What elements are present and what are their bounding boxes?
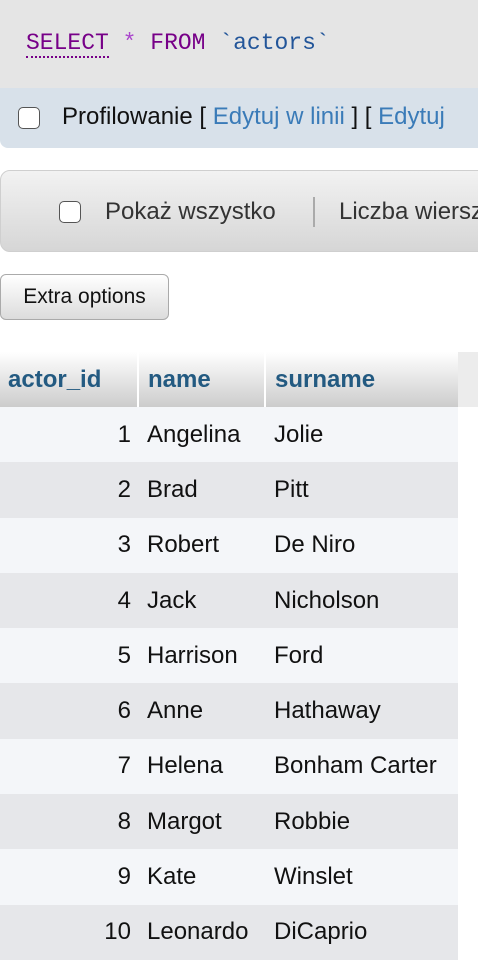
row-tail	[458, 572, 478, 629]
table-row[interactable]: 1 Angelina Jolie	[0, 407, 478, 463]
table-row[interactable]: 10 Leonardo DiCaprio	[0, 904, 478, 960]
row-tail	[458, 517, 478, 573]
bracket-mid: ] [	[344, 103, 379, 130]
profiling-text: Profilowanie [ Edytuj w linii ] [ Edytuj	[62, 103, 445, 131]
sql-star: *	[122, 30, 137, 56]
table-row[interactable]: 3 Robert De Niro	[0, 517, 478, 573]
bracket-open: [	[192, 103, 213, 130]
cell-surname[interactable]: Robbie	[274, 794, 350, 849]
row-tail	[458, 738, 478, 795]
table-row[interactable]: 2 Brad Pitt	[0, 462, 478, 518]
table-row[interactable]: 6 Anne Hathaway	[0, 683, 478, 739]
cell-surname[interactable]: Pitt	[274, 462, 309, 517]
cell-actor-id[interactable]: 3	[0, 518, 131, 573]
cell-surname[interactable]: Winslet	[274, 849, 353, 904]
cell-name[interactable]: Margot	[147, 794, 222, 849]
cell-surname[interactable]: Jolie	[274, 407, 323, 462]
cell-actor-id[interactable]: 9	[0, 849, 131, 904]
cell-surname[interactable]: De Niro	[274, 518, 355, 573]
cell-actor-id[interactable]: 4	[0, 573, 131, 628]
row-tail	[458, 794, 478, 850]
sql-query-code[interactable]: SELECT * FROM `actors`	[26, 30, 330, 58]
cell-surname[interactable]: Nicholson	[274, 573, 379, 628]
row-tail	[458, 628, 478, 684]
column-header-actor-id[interactable]: actor_id	[8, 352, 101, 407]
row-tail	[458, 462, 478, 518]
cell-name[interactable]: Anne	[147, 683, 203, 738]
table-row[interactable]: 8 Margot Robbie	[0, 794, 478, 850]
cell-name[interactable]: Kate	[147, 849, 196, 904]
cell-name[interactable]: Leonardo	[147, 905, 248, 960]
column-header-surname[interactable]: surname	[275, 352, 375, 407]
cell-name[interactable]: Brad	[147, 462, 198, 517]
header-tail	[458, 352, 478, 407]
cell-actor-id[interactable]: 5	[0, 628, 131, 683]
cell-name[interactable]: Harrison	[147, 628, 238, 683]
profiling-checkbox[interactable]	[18, 107, 40, 129]
edit-inline-link[interactable]: Edytuj w linii	[213, 103, 345, 130]
nav-separator	[313, 197, 315, 227]
edit-link[interactable]: Edytuj	[378, 103, 445, 130]
profiling-label: Profilowanie	[62, 103, 193, 130]
row-tail	[458, 904, 478, 960]
cell-actor-id[interactable]: 10	[0, 905, 131, 960]
cell-name[interactable]: Robert	[147, 518, 219, 573]
sql-table-name: `actors`	[219, 30, 330, 56]
cell-surname[interactable]: DiCaprio	[274, 905, 367, 960]
rows-count-label: Liczba wierszy	[339, 198, 478, 225]
navigation-bar: Pokaż wszystko Liczba wierszy	[0, 170, 478, 252]
table-header-row: actor_id name surname	[0, 352, 478, 407]
profiling-bar: Profilowanie [ Edytuj w linii ] [ Edytuj	[0, 88, 478, 148]
table-row[interactable]: 9 Kate Winslet	[0, 849, 478, 905]
table-row[interactable]: 7 Helena Bonham Carter	[0, 738, 478, 795]
sql-keyword-select[interactable]: SELECT	[26, 30, 109, 58]
row-tail	[458, 849, 478, 905]
header-divider	[264, 352, 266, 407]
cell-surname[interactable]: Ford	[274, 628, 323, 683]
cell-actor-id[interactable]: 7	[0, 739, 131, 794]
column-header-name[interactable]: name	[148, 352, 211, 407]
results-table: actor_id name surname 1 Angelina Jolie 2 Bra…	[0, 352, 478, 960]
extra-options-button[interactable]: Extra options	[0, 274, 169, 320]
cell-surname[interactable]: Bonham Carter	[274, 739, 437, 794]
cell-actor-id[interactable]: 1	[0, 407, 131, 462]
table-row[interactable]: 5 Harrison Ford	[0, 628, 478, 684]
show-all-checkbox[interactable]	[59, 201, 81, 223]
cell-surname[interactable]: Hathaway	[274, 683, 381, 738]
row-tail	[458, 407, 478, 463]
cell-name[interactable]: Angelina	[147, 407, 240, 462]
cell-actor-id[interactable]: 6	[0, 683, 131, 738]
table-row[interactable]: 4 Jack Nicholson	[0, 572, 478, 629]
sql-keyword-from: FROM	[150, 30, 206, 56]
show-all-label[interactable]: Pokaż wszystko	[105, 198, 276, 226]
header-divider	[137, 352, 139, 407]
cell-actor-id[interactable]: 2	[0, 462, 131, 517]
cell-actor-id[interactable]: 8	[0, 794, 131, 849]
cell-name[interactable]: Jack	[147, 573, 196, 628]
sql-query-bar: SELECT * FROM `actors`	[0, 0, 478, 88]
row-tail	[458, 683, 478, 739]
cell-name[interactable]: Helena	[147, 739, 223, 794]
